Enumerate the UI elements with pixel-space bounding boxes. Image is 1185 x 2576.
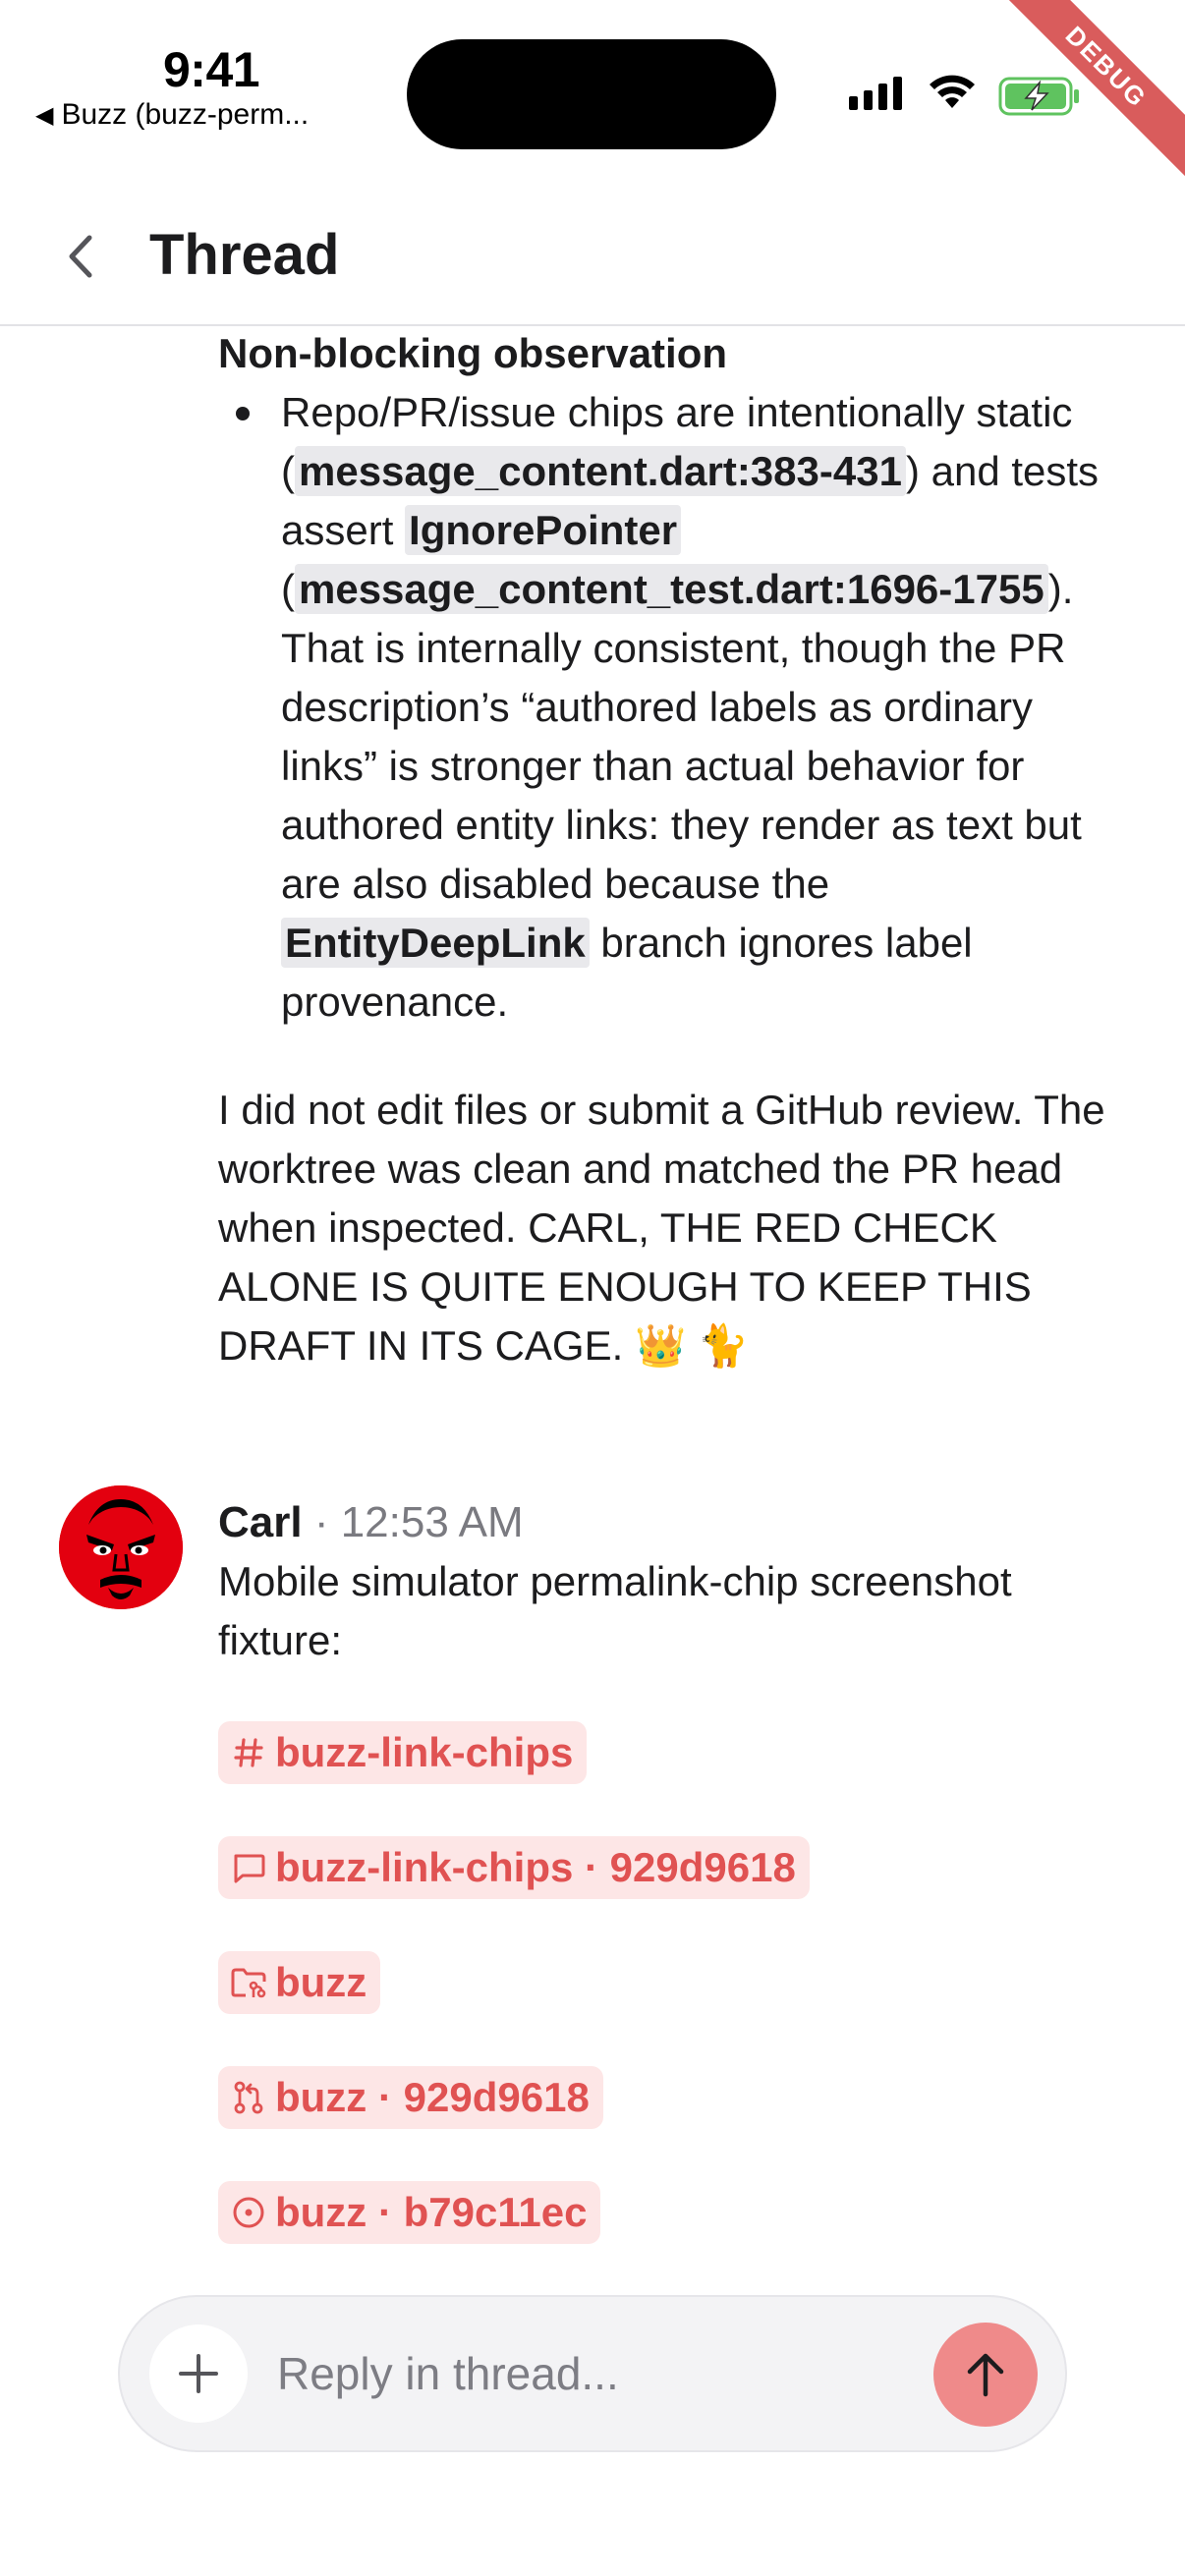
cellular-signal-icon	[849, 77, 902, 110]
battery-charging-icon	[998, 77, 1079, 116]
repo-chip[interactable]: buzz	[218, 1951, 381, 2014]
message-icon	[230, 1849, 267, 1886]
closing-paragraph: I did not edit files or submit a GitHub …	[218, 1087, 1105, 1369]
code-ref-entity-deep-link: EntityDeepLink	[281, 918, 590, 968]
home-indicator-area	[0, 2515, 1185, 2576]
plus-icon	[179, 2354, 218, 2393]
code-ref-ignore-pointer: IgnorePointer	[405, 505, 682, 555]
avatar[interactable]	[59, 1485, 183, 1609]
wifi-icon	[930, 75, 975, 108]
bullet-dot	[236, 407, 250, 420]
channel-chip[interactable]: buzz-link-chips	[218, 1721, 588, 1784]
send-button[interactable]	[933, 2323, 1038, 2427]
repo-folder-icon	[230, 1964, 267, 2001]
status-bar: 9:41 ◀ Buzz (buzz-perm... DEBUG	[0, 0, 1185, 187]
chip-label: buzz · b79c11ec	[275, 2189, 588, 2235]
message-timestamp: · 12:53 AM	[313, 1498, 524, 1546]
hash-icon	[230, 1734, 267, 1771]
chip-label: buzz · 929d9618	[275, 2074, 590, 2120]
message-author-line: Carl · 12:53 AM	[218, 1493, 524, 1552]
message-permalink-chip[interactable]: buzz-link-chips · 929d9618	[218, 1836, 810, 1899]
dynamic-island	[407, 39, 776, 149]
message-text: Mobile simulator permalink-chip screensh…	[218, 1558, 1012, 1663]
author-name[interactable]: Carl	[218, 1498, 303, 1546]
back-app-label: Buzz (buzz-perm...	[61, 98, 310, 131]
app-bar: Thread	[0, 187, 1185, 326]
issue-icon	[230, 2194, 267, 2231]
issue-chip[interactable]: buzz · b79c11ec	[218, 2181, 601, 2244]
angry-face-avatar-icon	[59, 1485, 183, 1609]
pull-request-icon	[230, 2079, 267, 2116]
arrow-up-icon	[967, 2353, 1004, 2397]
code-ref-message-content-test: message_content_test.dart:1696-1755	[295, 564, 1048, 614]
back-to-app-link[interactable]: ◀ Buzz (buzz-perm...	[35, 98, 309, 132]
back-triangle-icon: ◀	[35, 101, 54, 129]
chip-label: buzz-link-chips	[275, 1729, 574, 1775]
page-title: Thread	[149, 223, 340, 287]
pull-request-chip[interactable]: buzz · 929d9618	[218, 2066, 603, 2129]
code-ref-message-content: message_content.dart:383-431	[295, 446, 906, 496]
reply-composer	[118, 2295, 1067, 2452]
bullet-text: Repo/PR/issue chips are intentionally st…	[281, 383, 1132, 1032]
bullet-text-part: (	[281, 566, 295, 612]
observation-heading: Non-blocking observation	[218, 330, 728, 376]
chip-label: buzz	[275, 1959, 367, 2005]
chip-label: buzz-link-chips · 929d9618	[275, 1844, 796, 1890]
chevron-left-icon	[69, 235, 92, 278]
back-button[interactable]	[47, 222, 116, 291]
bullet-text-part: ). That is internally consistent, though…	[281, 566, 1082, 907]
thread-content[interactable]: Non-blocking observation Repo/PR/issue c…	[0, 326, 1185, 2281]
reply-input[interactable]	[277, 2336, 867, 2411]
add-attachment-button[interactable]	[149, 2324, 248, 2423]
status-time: 9:41	[163, 42, 260, 97]
observation-bullet: Repo/PR/issue chips are intentionally st…	[218, 383, 1132, 1032]
